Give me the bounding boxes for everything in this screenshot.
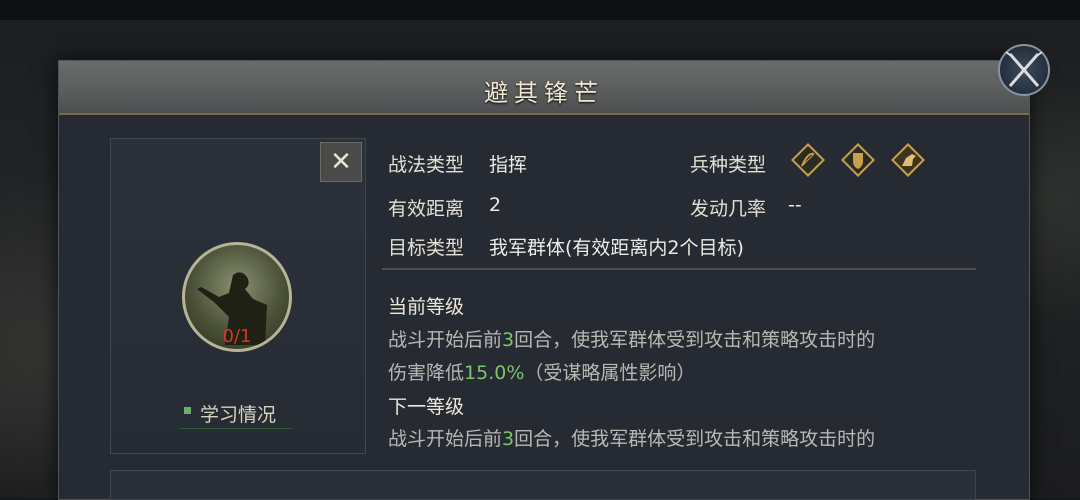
title-bar: 避其锋芒	[59, 61, 1029, 115]
shield-icon	[840, 142, 876, 178]
troop-type-label: 兵种类型	[690, 154, 767, 176]
next-desc-text: 战斗开始后前	[388, 428, 503, 450]
bottom-panel	[110, 470, 976, 500]
current-desc-text: 伤害降低	[388, 362, 465, 384]
skill-type-label: 战法类型	[388, 154, 465, 176]
next-desc-line-1: 战斗开始后前3回合，使我军群体受到攻击和策略攻击时的	[388, 424, 875, 451]
current-desc-line-2: 伤害降低15.0%（受谋略属性影响）	[388, 358, 695, 385]
range-label: 有效距离	[388, 198, 465, 220]
current-desc-text: 战斗开始后前	[388, 329, 503, 351]
current-reduction-value: 15.0%	[464, 362, 525, 384]
current-desc-line-1: 战斗开始后前3回合，使我军群体受到攻击和策略攻击时的	[388, 325, 875, 352]
next-rounds-value: 3	[502, 428, 515, 450]
range-value: 2	[489, 194, 502, 216]
target-value: 我军群体(有效距离内2个目标)	[489, 237, 744, 259]
remove-skill-button[interactable]: ✕	[320, 142, 362, 182]
next-level-heading: 下一等级	[388, 396, 465, 418]
next-desc-text: 回合，使我军群体受到攻击和策略攻击时的	[514, 428, 876, 450]
trigger-rate-value: --	[788, 194, 802, 216]
current-rounds-value: 3	[502, 329, 515, 351]
skill-type-value: 指挥	[489, 154, 528, 176]
current-desc-text: （受谋略属性影响）	[524, 362, 696, 384]
trigger-rate-label: 发动几率	[690, 198, 767, 220]
current-desc-text: 回合，使我军群体受到攻击和策略攻击时的	[514, 329, 876, 351]
close-swords-icon[interactable]	[998, 44, 1050, 96]
current-level-heading: 当前等级	[388, 296, 465, 318]
dialog-title: 避其锋芒	[484, 79, 604, 107]
learn-status-dot	[184, 407, 191, 414]
top-strip	[0, 0, 1080, 20]
skill-level: 0/1	[222, 326, 252, 347]
target-label: 目标类型	[388, 237, 465, 259]
learn-underline	[180, 428, 292, 429]
divider	[382, 268, 976, 270]
learn-status-link[interactable]: 学习情况	[200, 400, 276, 427]
bow-icon	[790, 142, 826, 178]
horse-icon	[890, 142, 926, 178]
